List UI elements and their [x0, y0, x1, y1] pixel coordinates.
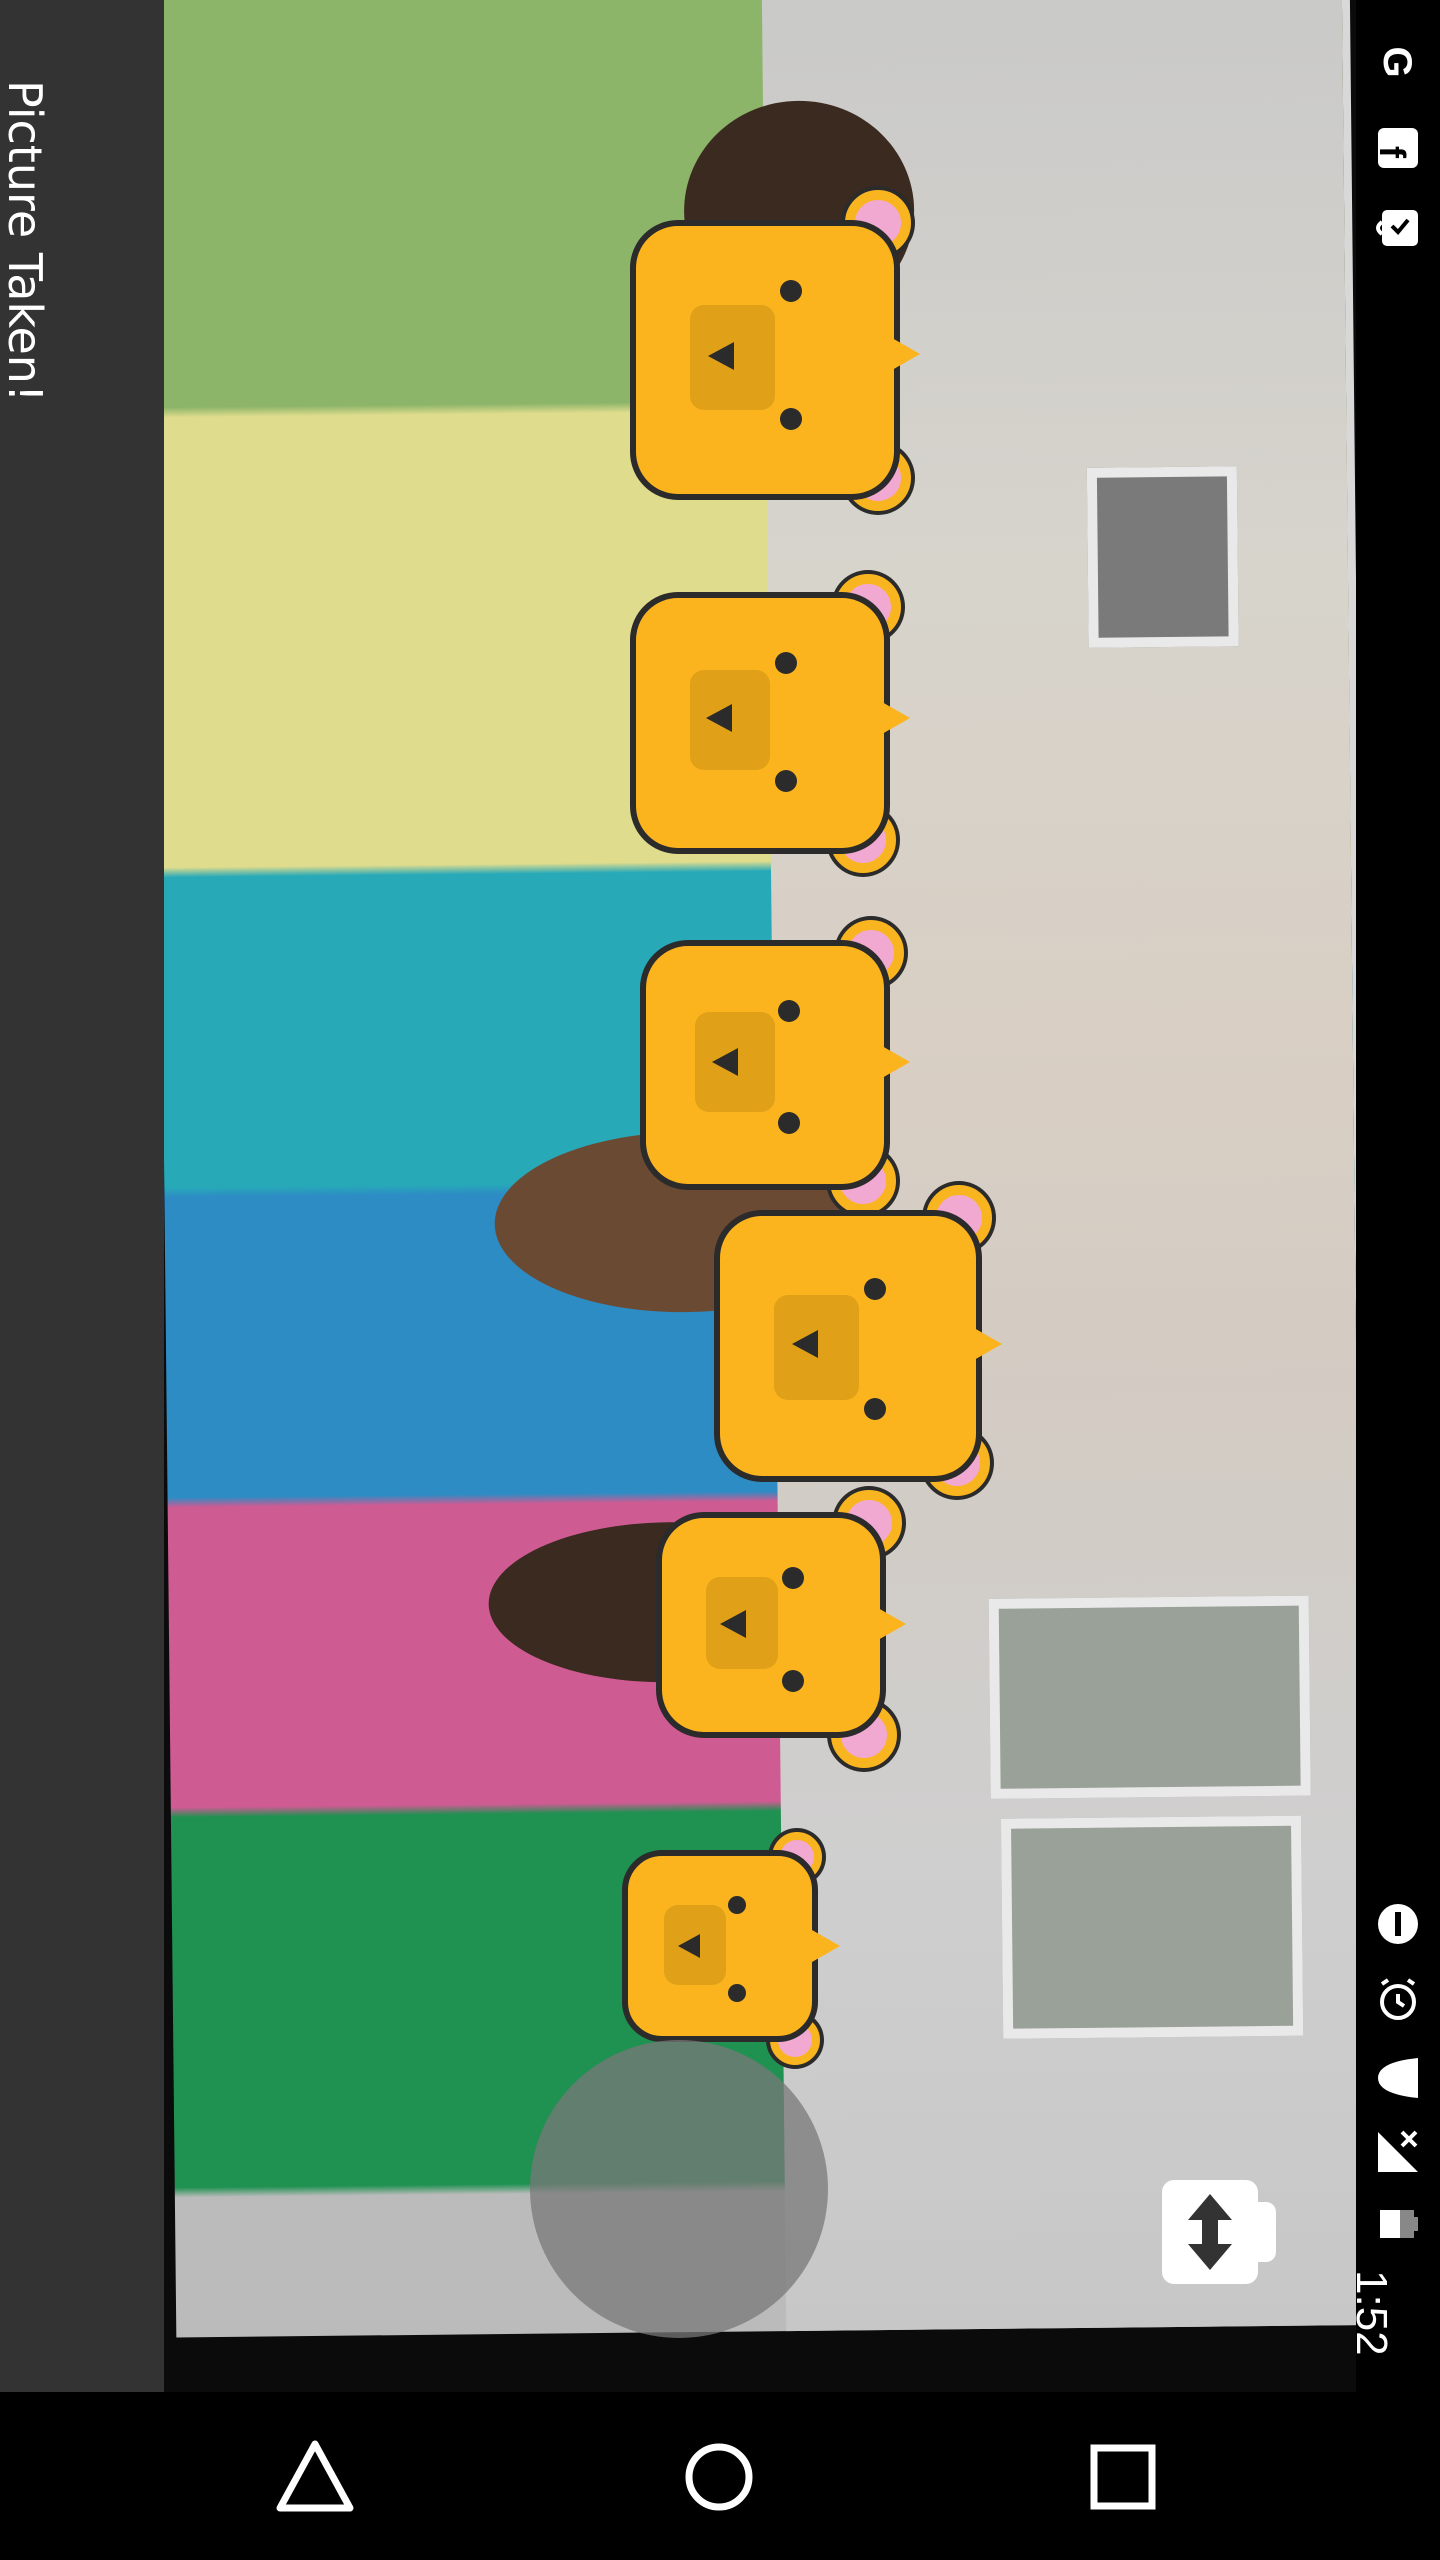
svg-text:f: f — [1374, 146, 1413, 159]
bear-face-overlay — [630, 574, 910, 873]
bear-face-overlay — [656, 1490, 906, 1768]
bear-eye — [728, 1896, 746, 1914]
bear-tuft — [882, 702, 910, 734]
bear-face-overlay — [622, 1832, 840, 2065]
bear-eye — [864, 1398, 886, 1420]
bear-face-overlay — [630, 190, 920, 511]
bag-icon — [1376, 210, 1418, 246]
navigation-bar — [0, 2392, 1440, 2560]
bear-face-overlay — [714, 1185, 1002, 1496]
bear-nose — [678, 1934, 700, 1958]
bear-eye — [782, 1670, 804, 1692]
bear-nose — [720, 1610, 746, 1638]
toast-panel: Picture Taken! — [0, 0, 164, 2392]
switch-camera-button[interactable] — [1162, 2180, 1276, 2284]
signal-off-icon — [1378, 2130, 1418, 2172]
bear-eye — [778, 1000, 800, 1022]
bear-nose — [708, 342, 734, 370]
google-icon: G — [1375, 46, 1419, 77]
recents-icon[interactable] — [1078, 2432, 1168, 2522]
alarm-icon — [1380, 1978, 1416, 2020]
bear-eye — [775, 652, 797, 674]
status-bar: G f — [1356, 0, 1440, 2392]
bear-face-overlay — [640, 920, 910, 1214]
bear-tuft — [878, 1608, 906, 1640]
bear-nose — [706, 704, 732, 732]
bear-eye — [780, 408, 802, 430]
bear-eye — [864, 1278, 886, 1300]
bear-tuft — [892, 338, 920, 370]
switch-camera-tab — [1252, 2202, 1276, 2262]
photo-window — [1000, 1815, 1304, 2039]
photo-window — [988, 1595, 1311, 1799]
bear-tuft — [882, 1046, 910, 1078]
shutter-button[interactable] — [530, 2040, 828, 2338]
toast-message: Picture Taken! — [0, 80, 52, 403]
back-icon[interactable] — [270, 2432, 360, 2522]
bear-tuft — [974, 1328, 1002, 1360]
bear-eye — [782, 1567, 804, 1589]
bear-nose — [792, 1330, 818, 1358]
svg-text:G: G — [1375, 46, 1419, 77]
bear-tuft — [812, 1930, 840, 1962]
home-icon[interactable] — [674, 2432, 764, 2522]
do-not-disturb-icon — [1378, 1904, 1418, 1944]
bear-eye — [728, 1984, 746, 2002]
bear-nose — [712, 1048, 738, 1076]
facebook-icon: f — [1374, 128, 1418, 168]
photo-window — [1086, 466, 1239, 648]
bear-eye — [778, 1112, 800, 1134]
switch-arrows-icon — [1188, 2194, 1232, 2270]
bear-eye — [780, 280, 802, 302]
bear-eye — [775, 770, 797, 792]
status-clock: 1:52 — [1347, 2270, 1396, 2356]
wifi-icon — [1378, 2058, 1418, 2098]
battery-icon — [1380, 2210, 1418, 2238]
